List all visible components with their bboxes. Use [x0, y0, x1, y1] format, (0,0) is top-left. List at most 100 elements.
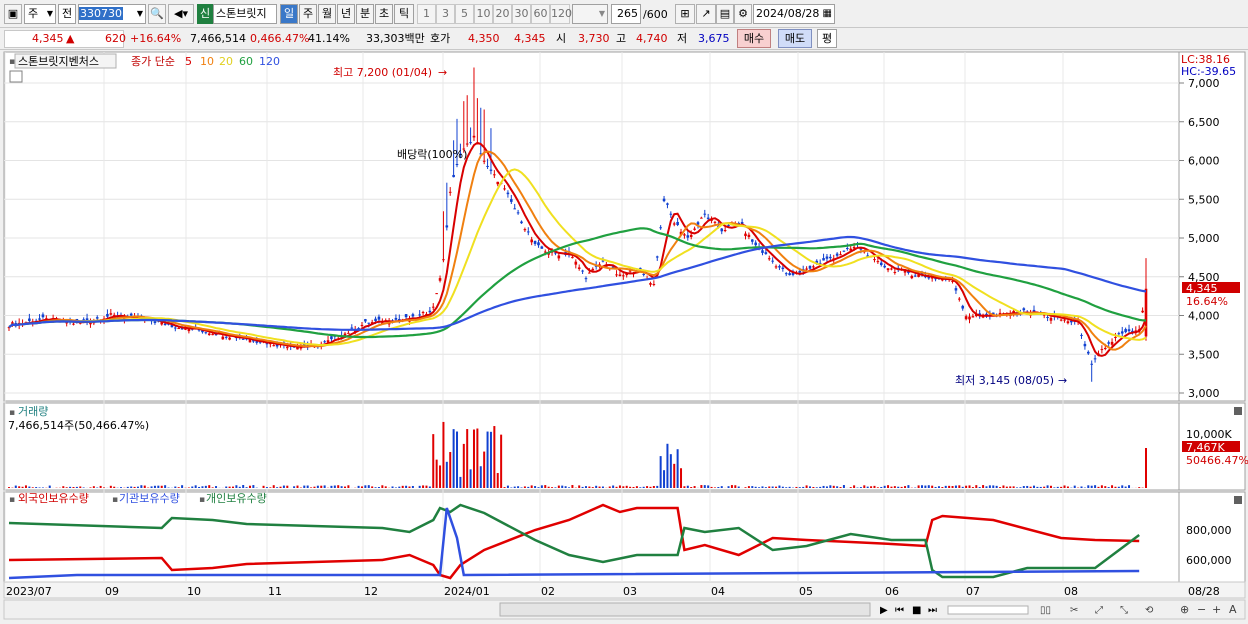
- y-tick-label: 6,000: [1188, 155, 1220, 168]
- code-input[interactable]: 330730▼: [78, 4, 146, 24]
- stop-icon[interactable]: ■: [912, 605, 921, 616]
- low-annotation: 최저 3,145 (08/05): [955, 374, 1054, 387]
- unit-select[interactable]: ▼: [572, 4, 608, 24]
- stock-name[interactable]: 스톤브릿지: [213, 4, 277, 24]
- volume-bar: [69, 487, 71, 488]
- period-select[interactable]: 주▼: [24, 4, 56, 24]
- speaker-icon[interactable]: ◀▾: [168, 4, 194, 24]
- trade-value: 33,303백만: [366, 31, 425, 47]
- right-arrow-icon: →: [438, 66, 447, 79]
- close-icon[interactable]: [1234, 496, 1242, 504]
- rewind-icon[interactable]: ⏮: [895, 605, 904, 616]
- candle-body: [812, 266, 815, 267]
- crosshair-icon[interactable]: ⊞: [675, 4, 695, 24]
- bid-price: 4,345: [514, 31, 546, 47]
- y-tick-label: 3,500: [1188, 348, 1220, 361]
- minute-1[interactable]: 1: [417, 4, 436, 24]
- candle-body: [11, 322, 14, 323]
- period-minute[interactable]: 분: [356, 4, 374, 24]
- candle-body: [130, 314, 133, 316]
- minute-5[interactable]: 5: [455, 4, 474, 24]
- buy-button[interactable]: 매수: [737, 29, 771, 48]
- low-label: 저: [677, 31, 687, 47]
- volume-panel[interactable]: [4, 403, 1179, 490]
- volume-bar: [487, 432, 489, 488]
- price-panel[interactable]: [4, 52, 1179, 401]
- volume-bar: [985, 486, 987, 488]
- layout-icon[interactable]: ▯▯: [1040, 605, 1051, 616]
- high-annotation: 최고 7,200 (01/04): [333, 66, 432, 79]
- period-year[interactable]: 년: [337, 4, 355, 24]
- zoom-in-icon[interactable]: ⊕: [1180, 603, 1189, 616]
- candle-body: [619, 275, 622, 277]
- y-tick-label: 5,000: [1188, 232, 1220, 245]
- plus-icon[interactable]: +: [1212, 603, 1221, 616]
- candle-body: [106, 314, 109, 317]
- period-week[interactable]: 주: [299, 4, 317, 24]
- minute-10[interactable]: 10: [474, 4, 493, 24]
- candle-body: [1063, 320, 1066, 321]
- candle-body: [744, 234, 747, 236]
- count-input[interactable]: 265: [611, 4, 641, 24]
- gear-icon[interactable]: ⚙: [734, 4, 752, 24]
- search-icon[interactable]: 🔍: [148, 4, 166, 24]
- sell-button[interactable]: 매도: [778, 29, 812, 48]
- date-input[interactable]: 2024/08/28▦: [753, 4, 835, 24]
- volume-bar: [212, 487, 214, 488]
- chevron-down-icon: ▼: [47, 5, 53, 23]
- candle-body: [914, 276, 917, 277]
- window-icon[interactable]: ▣: [4, 4, 22, 24]
- volume-bar: [639, 487, 641, 488]
- table-icon[interactable]: [10, 71, 22, 82]
- volume-bar: [711, 487, 713, 488]
- chart-area[interactable]: 7,0006,5006,0005,5005,0004,5004,0003,500…: [0, 50, 1248, 621]
- volume-bar: [806, 485, 808, 488]
- zoom-slider[interactable]: [948, 606, 1028, 614]
- volume-bar: [157, 486, 159, 488]
- volume-bar: [1050, 486, 1052, 488]
- volume-bar: [690, 487, 692, 488]
- tool-icon[interactable]: ⟲: [1145, 605, 1154, 616]
- period-second[interactable]: 초: [375, 4, 393, 24]
- volume-bar: [565, 486, 567, 488]
- minute-20[interactable]: 20: [493, 4, 512, 24]
- prev-button[interactable]: 전: [58, 4, 76, 24]
- tool-icon[interactable]: ⤡: [1120, 605, 1128, 616]
- candle-body: [435, 293, 438, 294]
- candle-body: [222, 337, 225, 340]
- candle-body: [968, 317, 971, 320]
- minute-30[interactable]: 30: [512, 4, 531, 24]
- scrollbar-thumb[interactable]: [500, 603, 870, 616]
- candle-body: [412, 314, 415, 316]
- eval-button[interactable]: 평: [817, 29, 837, 48]
- volume-bar: [269, 487, 271, 488]
- font-icon[interactable]: A: [1229, 603, 1237, 616]
- drawing-icon[interactable]: ↗: [696, 4, 716, 24]
- x-tick-label: 02: [541, 585, 555, 598]
- candle-body: [883, 266, 886, 267]
- tool-icon[interactable]: ⤢: [1095, 605, 1103, 616]
- minute-60[interactable]: 60: [531, 4, 550, 24]
- close-icon[interactable]: [1234, 407, 1242, 415]
- minus-icon[interactable]: −: [1197, 603, 1206, 616]
- volume-bar: [232, 487, 234, 488]
- period-month[interactable]: 월: [318, 4, 336, 24]
- volume-bar: [473, 430, 475, 488]
- save-icon[interactable]: ▤: [716, 4, 734, 24]
- candle-body: [1050, 318, 1053, 321]
- candle-body: [571, 257, 574, 258]
- volume-bar: [49, 486, 51, 488]
- candle-body: [242, 339, 245, 340]
- candle-body: [961, 306, 964, 309]
- forward-icon[interactable]: ⏭: [928, 605, 937, 616]
- minute-120[interactable]: 120: [550, 4, 570, 24]
- minute-3[interactable]: 3: [436, 4, 455, 24]
- tool-icon[interactable]: ✂: [1070, 605, 1078, 616]
- period-day[interactable]: 일: [280, 4, 298, 24]
- volume-bar: [731, 485, 733, 488]
- volume-bar: [205, 486, 207, 488]
- play-icon[interactable]: ▶: [880, 605, 888, 616]
- period-tick[interactable]: 틱: [394, 4, 414, 24]
- volume-bar: [504, 487, 506, 488]
- volume-bar: [8, 487, 10, 488]
